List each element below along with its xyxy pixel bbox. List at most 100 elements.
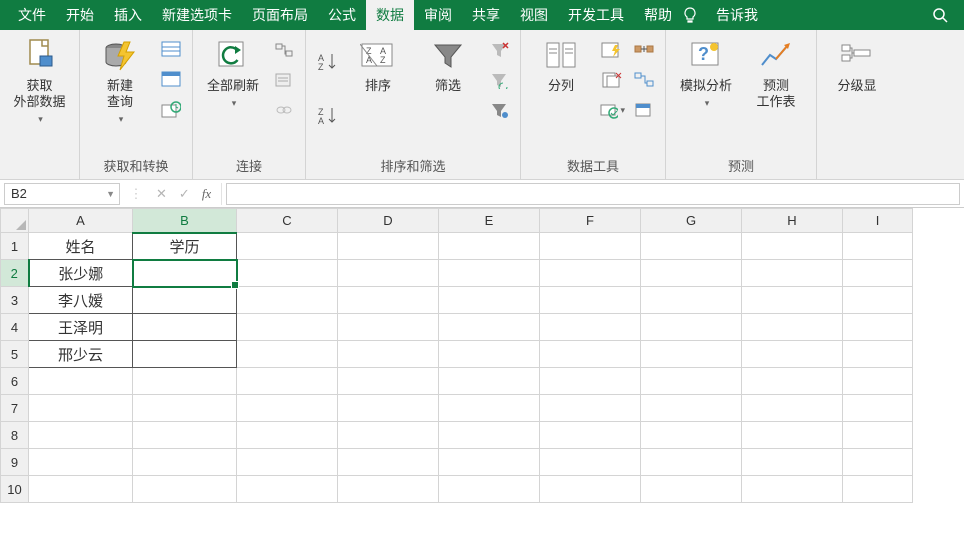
cell-H8[interactable]: [742, 422, 843, 449]
cell-B1[interactable]: 学历: [133, 233, 237, 260]
cell-D3[interactable]: [338, 287, 439, 314]
confirm-formula-icon[interactable]: ✓: [179, 186, 190, 202]
cell-A8[interactable]: [29, 422, 133, 449]
cell-I6[interactable]: [843, 368, 913, 395]
show-queries-button[interactable]: [158, 38, 184, 62]
col-header-D[interactable]: D: [338, 209, 439, 233]
cell-G9[interactable]: [641, 449, 742, 476]
cell-B9[interactable]: [133, 449, 237, 476]
cell-F5[interactable]: [540, 341, 641, 368]
row-header-10[interactable]: 10: [1, 476, 29, 503]
data-validation-button[interactable]: [599, 98, 625, 122]
cell-H6[interactable]: [742, 368, 843, 395]
col-header-H[interactable]: H: [742, 209, 843, 233]
cell-H7[interactable]: [742, 395, 843, 422]
col-header-C[interactable]: C: [237, 209, 338, 233]
sort-button[interactable]: ZAAZ 排序: [346, 34, 410, 94]
edit-links-button[interactable]: [271, 98, 297, 122]
tab-home[interactable]: 开始: [56, 0, 104, 30]
forecast-sheet-button[interactable]: 预测 工作表: [744, 34, 808, 110]
cell-A4[interactable]: 王泽明: [29, 314, 133, 341]
cell-B6[interactable]: [133, 368, 237, 395]
cell-G4[interactable]: [641, 314, 742, 341]
row-header-2[interactable]: 2: [1, 260, 29, 287]
cell-I5[interactable]: [843, 341, 913, 368]
cell-B7[interactable]: [133, 395, 237, 422]
row-header-1[interactable]: 1: [1, 233, 29, 260]
cell-F3[interactable]: [540, 287, 641, 314]
relationships-button[interactable]: [631, 68, 657, 92]
select-all-corner[interactable]: [1, 209, 29, 233]
cell-D7[interactable]: [338, 395, 439, 422]
cell-F10[interactable]: [540, 476, 641, 503]
advanced-filter-button[interactable]: [486, 98, 512, 122]
flash-fill-button[interactable]: [599, 38, 625, 62]
cell-H5[interactable]: [742, 341, 843, 368]
cell-E6[interactable]: [439, 368, 540, 395]
remove-duplicates-button[interactable]: [599, 68, 625, 92]
cell-B10[interactable]: [133, 476, 237, 503]
cell-I8[interactable]: [843, 422, 913, 449]
cell-C6[interactable]: [237, 368, 338, 395]
spreadsheet[interactable]: A B C D E F G H I 1姓名学历2张少娜3李八嫒4王泽明5邢少云6…: [0, 208, 964, 542]
cell-E5[interactable]: [439, 341, 540, 368]
tab-developer[interactable]: 开发工具: [558, 0, 634, 30]
cell-G2[interactable]: [641, 260, 742, 287]
cell-E1[interactable]: [439, 233, 540, 260]
text-to-columns-button[interactable]: 分列: [529, 34, 593, 94]
cell-A1[interactable]: 姓名: [29, 233, 133, 260]
cell-G7[interactable]: [641, 395, 742, 422]
cell-F4[interactable]: [540, 314, 641, 341]
whatif-button[interactable]: ? 模拟分析: [674, 34, 738, 109]
row-header-6[interactable]: 6: [1, 368, 29, 395]
cell-H2[interactable]: [742, 260, 843, 287]
cell-F8[interactable]: [540, 422, 641, 449]
cell-C2[interactable]: [237, 260, 338, 287]
cell-F1[interactable]: [540, 233, 641, 260]
cell-E9[interactable]: [439, 449, 540, 476]
outline-button[interactable]: 分级显: [825, 34, 889, 94]
cell-C5[interactable]: [237, 341, 338, 368]
cell-A7[interactable]: [29, 395, 133, 422]
tab-share[interactable]: 共享: [462, 0, 510, 30]
cell-I4[interactable]: [843, 314, 913, 341]
get-external-data-button[interactable]: 获取 外部数据: [8, 34, 71, 125]
cell-D1[interactable]: [338, 233, 439, 260]
cell-B2[interactable]: [133, 260, 237, 287]
cell-H10[interactable]: [742, 476, 843, 503]
row-header-5[interactable]: 5: [1, 341, 29, 368]
cell-A3[interactable]: 李八嫒: [29, 287, 133, 314]
cancel-formula-icon[interactable]: ✕: [156, 186, 167, 202]
cell-C4[interactable]: [237, 314, 338, 341]
cell-D4[interactable]: [338, 314, 439, 341]
row-header-9[interactable]: 9: [1, 449, 29, 476]
cell-D6[interactable]: [338, 368, 439, 395]
cell-I7[interactable]: [843, 395, 913, 422]
tab-file[interactable]: 文件: [8, 0, 56, 30]
row-header-8[interactable]: 8: [1, 422, 29, 449]
cell-I3[interactable]: [843, 287, 913, 314]
search-icon[interactable]: [932, 7, 956, 23]
tab-page-layout[interactable]: 页面布局: [242, 0, 318, 30]
tab-new-tab[interactable]: 新建选项卡: [152, 0, 242, 30]
clear-filter-button[interactable]: [486, 38, 512, 62]
formula-input[interactable]: [226, 183, 960, 205]
new-query-button[interactable]: 新建 查询: [88, 34, 152, 125]
sort-desc-button[interactable]: ZA: [314, 104, 340, 128]
connections-button[interactable]: [271, 38, 297, 62]
col-header-B[interactable]: B: [133, 209, 237, 233]
recent-sources-button[interactable]: [158, 98, 184, 122]
cell-G8[interactable]: [641, 422, 742, 449]
tab-data[interactable]: 数据: [366, 0, 414, 30]
properties-button[interactable]: [271, 68, 297, 92]
cell-D2[interactable]: [338, 260, 439, 287]
cell-C7[interactable]: [237, 395, 338, 422]
cell-C9[interactable]: [237, 449, 338, 476]
cell-H9[interactable]: [742, 449, 843, 476]
cell-G5[interactable]: [641, 341, 742, 368]
cell-E2[interactable]: [439, 260, 540, 287]
col-header-I[interactable]: I: [843, 209, 913, 233]
cell-B3[interactable]: [133, 287, 237, 314]
tab-help[interactable]: 帮助: [634, 0, 682, 30]
cell-I2[interactable]: [843, 260, 913, 287]
